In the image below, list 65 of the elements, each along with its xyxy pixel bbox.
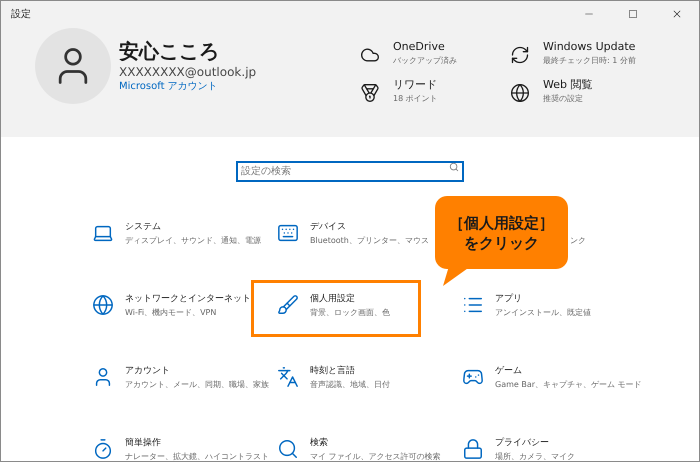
- category-title: ゲーム: [495, 365, 523, 378]
- callout-text: をクリック: [464, 232, 539, 252]
- timer-icon: [92, 438, 114, 460]
- window-title: 設定: [11, 8, 31, 22]
- status-detail: 最終チェック日時: 1 分前: [543, 55, 637, 67]
- category-detail: ンク: [570, 235, 586, 247]
- status-title: OneDrive: [393, 39, 446, 54]
- category-detail: ナレーター、拡大鏡、ハイコントラスト: [125, 451, 270, 461]
- category-title: アカウント: [125, 365, 171, 378]
- category-detail: アカウント、メール、同期、職場、家族: [125, 379, 270, 391]
- category-detail: 背景、ロック画面、色: [310, 307, 391, 319]
- status-tile[interactable]: OneDrive バックアップ済み: [353, 39, 503, 67]
- keyboard-icon: [277, 222, 299, 244]
- globe-icon: [92, 294, 114, 316]
- category-tile[interactable]: プライバシー 場所、カメラ、マイク: [459, 436, 643, 461]
- category-tile[interactable]: ゲーム Game Bar、キャプチャ、ゲーム モード: [459, 364, 643, 391]
- close-icon: [671, 8, 683, 20]
- status-title: Windows Update: [543, 39, 636, 54]
- category-title: 検索: [310, 436, 329, 450]
- status-detail: 推奨の設定: [543, 93, 584, 105]
- category-tile[interactable]: アプリ アンインストール、既定値: [459, 292, 643, 319]
- medal-icon: [360, 83, 380, 103]
- category-title: 個人用設定: [310, 292, 356, 306]
- maximize-icon: [628, 9, 638, 19]
- category-detail: Bluetooth、プリンター、マウス: [310, 235, 430, 247]
- status-tile[interactable]: Web 閲覧 推奨の設定: [503, 77, 663, 105]
- category-title: 簡単操作: [125, 436, 162, 450]
- category-detail: 場所、カメラ、マイク: [495, 451, 576, 461]
- account-link[interactable]: Microsoft アカウント: [119, 80, 256, 94]
- lock-icon: [462, 438, 484, 460]
- category-title: アプリ: [495, 292, 523, 306]
- account-name: 安心こころ: [119, 38, 220, 64]
- brush-icon: [277, 294, 299, 316]
- status-tile[interactable]: Windows Update 最終チェック日時: 1 分前: [503, 39, 663, 67]
- status-title: リワード: [393, 77, 438, 92]
- category-tile[interactable]: 簡単操作 ナレーター、拡大鏡、ハイコントラスト: [89, 436, 273, 461]
- category-title: 時刻と言語: [310, 364, 356, 378]
- category-tile[interactable]: ネットワークとインターネット Wi-Fi、機内モード、VPN: [89, 292, 273, 319]
- language-icon: [277, 366, 299, 388]
- category-title: ネットワークとインターネット: [125, 293, 252, 306]
- category-title: システム: [125, 221, 162, 234]
- category-tile[interactable]: 個人用設定 背景、ロック画面、色: [274, 292, 458, 319]
- status-tile[interactable]: リワード 18 ポイント: [353, 77, 503, 105]
- status-detail: バックアップ済み: [393, 55, 458, 67]
- globe-icon: [510, 83, 530, 103]
- search-icon: [449, 162, 459, 172]
- callout-text: ［個人用設定］: [449, 212, 554, 232]
- category-title: デバイス: [310, 221, 347, 234]
- category-tile[interactable]: 検索 マイ ファイル、アクセス許可の検索: [274, 436, 458, 461]
- category-detail: 音声認識、地域、日付: [310, 379, 391, 391]
- status-title: Web 閲覧: [543, 77, 594, 92]
- category-tile[interactable]: 時刻と言語 音声認識、地域、日付: [274, 364, 458, 391]
- category-title: プライバシー: [495, 436, 550, 450]
- update-icon: [510, 45, 530, 65]
- search-icon: [277, 438, 299, 460]
- category-detail: ディスプレイ、サウンド、通知、電源: [125, 235, 262, 247]
- search-field[interactable]: 設定の検索: [236, 161, 464, 182]
- status-detail: 18 ポイント: [393, 93, 439, 105]
- category-detail: Game Bar、キャプチャ、ゲーム モード: [495, 379, 643, 391]
- account-email: XXXXXXXX@outlook.jp: [119, 64, 256, 80]
- category-detail: Wi-Fi、機内モード、VPN: [125, 307, 218, 319]
- category-tile[interactable]: アカウント アカウント、メール、同期、職場、家族: [89, 364, 273, 391]
- category-detail: マイ ファイル、アクセス許可の検索: [310, 451, 442, 461]
- category-detail: アンインストール、既定値: [495, 307, 592, 319]
- category-tile[interactable]: システム ディスプレイ、サウンド、通知、電源: [89, 220, 273, 247]
